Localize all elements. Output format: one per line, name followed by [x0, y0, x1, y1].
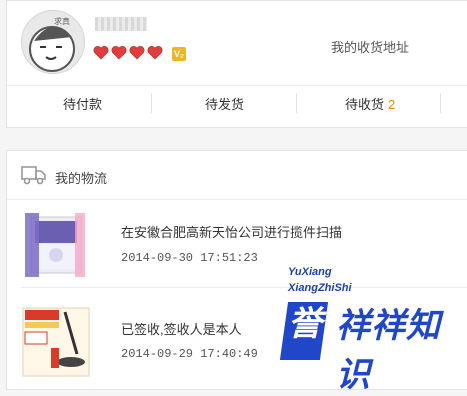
watermark-logo: YuXiang XiangZhiShi 誉 祥祥知识 — [272, 262, 467, 395]
product-ad-image — [22, 307, 90, 377]
watermark-line1: YuXiang — [288, 266, 332, 278]
watermark-line2: XiangZhiShi — [288, 282, 352, 294]
heart-icon — [93, 46, 109, 60]
tab-count-badge: 2 — [388, 97, 396, 112]
watermark-brand: 祥祥知识 — [336, 306, 441, 395]
order-status-tabs: 待付款 待发货 待收货 2 — [7, 87, 467, 119]
logistics-time: 2014-09-30 17:51:23 — [121, 251, 258, 265]
logistics-status[interactable]: 已签收,签收人是本人 — [121, 319, 242, 338]
avatar-label: 求真 — [54, 17, 70, 26]
tab-separator — [296, 93, 297, 113]
vip-badge[interactable]: V₂ — [172, 47, 186, 61]
logistics-status[interactable]: 在安徽合肥高新天怡公司进行揽件扫描 — [121, 222, 342, 241]
tab-label: 待发货 — [205, 97, 245, 112]
profile-card: 求真 V₂ 我的收货地址 待付款 待发货 待收货 2 — [6, 0, 467, 128]
tab-separator — [151, 93, 152, 113]
product-thumbnail[interactable] — [21, 306, 91, 378]
heart-icon — [147, 46, 163, 60]
logistics-header: 我的物流 — [7, 151, 467, 200]
product-thumbnail[interactable] — [21, 211, 91, 283]
username-blurred — [95, 17, 147, 31]
tab-pending-payment[interactable]: 待付款 — [63, 94, 102, 113]
avatar[interactable]: 求真 — [21, 10, 85, 74]
heart-icon — [129, 46, 145, 60]
watermark-mark-char: 誉 — [288, 304, 322, 344]
divider — [7, 85, 467, 86]
tab-label: 待付款 — [63, 97, 103, 112]
logistics-title: 我的物流 — [55, 171, 108, 186]
shipping-address-link[interactable]: 我的收货地址 — [331, 37, 409, 56]
logistics-time: 2014-09-29 17:40:49 — [121, 347, 258, 361]
tab-pending-receipt[interactable]: 待收货 2 — [345, 94, 395, 113]
heart-icon — [111, 46, 127, 60]
mask-box-product-image — [25, 213, 85, 277]
truck-icon — [21, 166, 46, 185]
tab-pending-shipment[interactable]: 待发货 — [205, 94, 244, 113]
credit-hearts — [93, 45, 163, 60]
tab-separator — [440, 93, 441, 113]
tab-label: 待收货 — [345, 97, 385, 112]
